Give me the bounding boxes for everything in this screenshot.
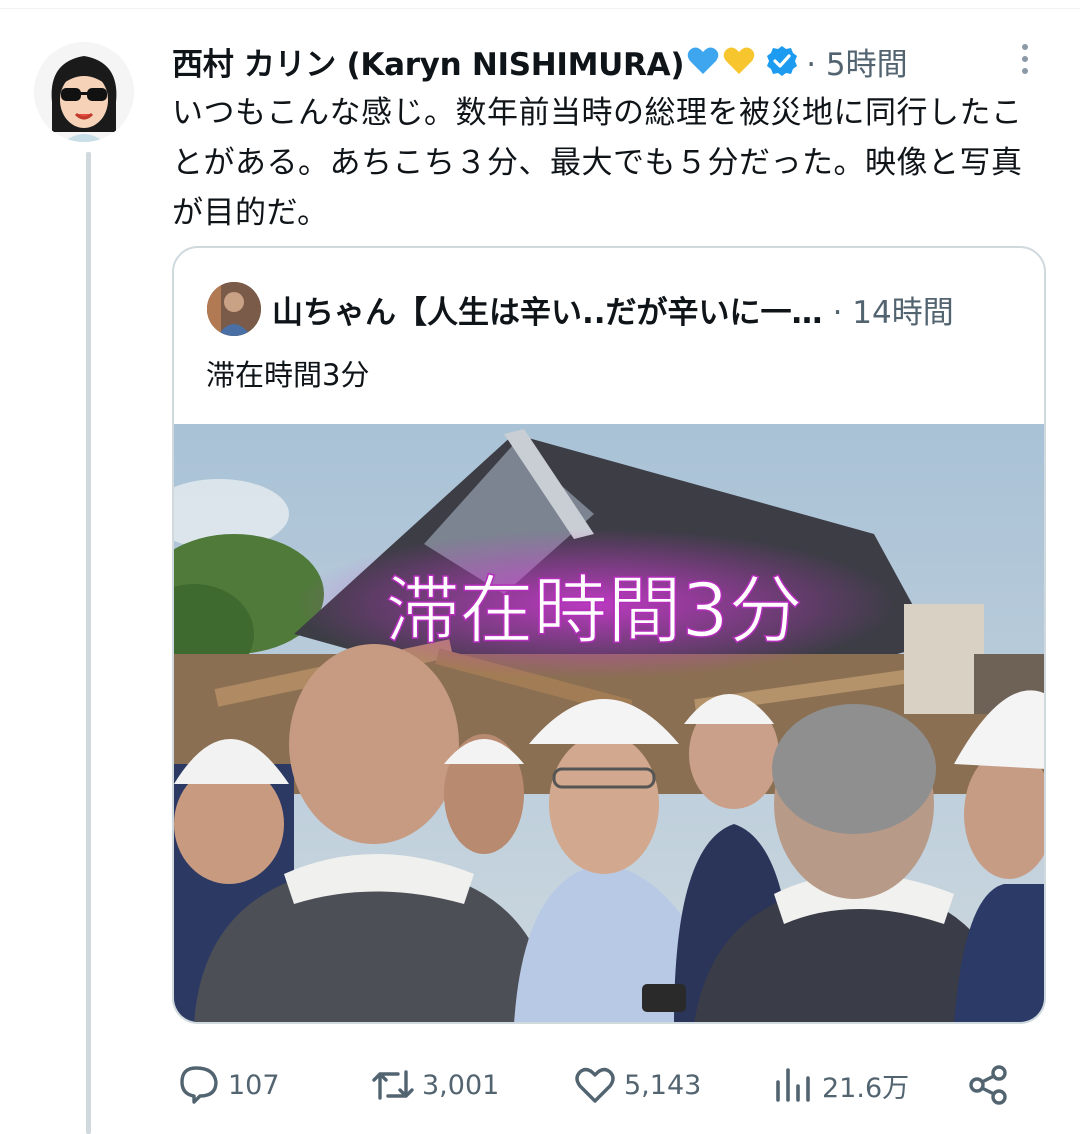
share-button[interactable]	[966, 1062, 1018, 1108]
author-avatar[interactable]	[34, 42, 134, 142]
views-count: 21.6万	[822, 1072, 910, 1104]
quoted-author-avatar[interactable]	[207, 282, 261, 336]
reply-button[interactable]: 107	[176, 1062, 280, 1108]
top-divider	[0, 8, 1080, 9]
heart-icon	[575, 1067, 615, 1103]
tweet-time[interactable]: · 5時間	[806, 39, 907, 84]
thread-line	[86, 152, 91, 1134]
retweet-icon	[372, 1070, 414, 1100]
blue-heart-icon	[686, 44, 720, 78]
views-button[interactable]: 21.6万	[770, 1062, 909, 1108]
share-icon	[969, 1065, 1007, 1105]
reply-count: 107	[228, 1069, 280, 1101]
more-options-icon[interactable]	[1010, 40, 1040, 80]
retweet-count: 3,001	[422, 1069, 500, 1101]
quoted-author-name[interactable]: 山ちゃん【人生は辛い..だが辛いに一…	[272, 287, 823, 332]
like-button[interactable]: 5,143	[572, 1062, 701, 1108]
verified-badge-icon[interactable]	[766, 45, 798, 77]
like-count: 5,143	[624, 1069, 702, 1101]
author-name[interactable]: 西村 カリン (Karyn NISHIMURA)	[172, 39, 684, 84]
tweet-text: いつもこんな感じ。数年前当時の総理を被災地に同行したことがある。あちこち３分、最…	[172, 95, 1023, 231]
yellow-heart-icon	[722, 44, 756, 78]
views-icon	[776, 1068, 810, 1102]
quoted-header: 山ちゃん【人生は辛い..だが辛いに一… · 14時間	[272, 284, 954, 334]
reply-icon	[180, 1066, 218, 1104]
tweet-header: 西村 カリン (Karyn NISHIMURA) · 5時間	[172, 36, 908, 86]
action-bar: 107 3,001 5,143 21.6万	[0, 1052, 1080, 1116]
quoted-text: 滞在時間3分	[206, 358, 370, 392]
quoted-photo[interactable]: 滞在時間3分	[174, 424, 1044, 1022]
quoted-tweet[interactable]: 山ちゃん【人生は辛い..だが辛いに一… · 14時間 滞在時間3分 滞在時間3分	[172, 246, 1046, 1024]
quoted-time[interactable]: · 14時間	[833, 287, 954, 332]
retweet-button[interactable]: 3,001	[370, 1062, 499, 1108]
photo-caption: 滞在時間3分	[385, 568, 802, 654]
